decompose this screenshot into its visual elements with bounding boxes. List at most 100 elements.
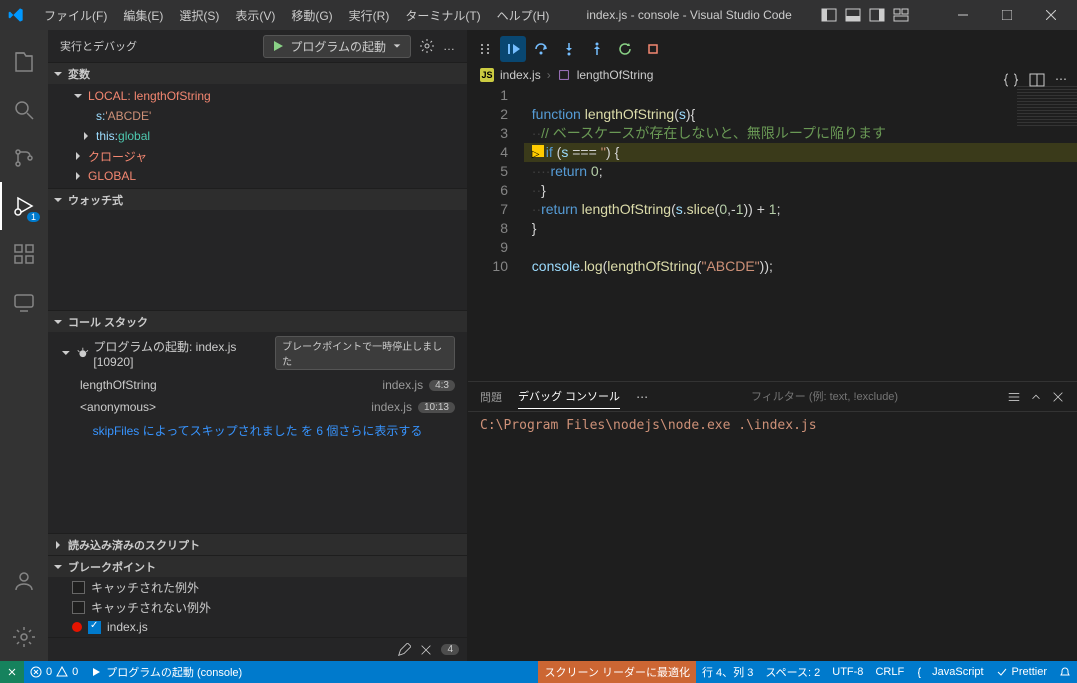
- collapse-icon[interactable]: [1029, 390, 1043, 404]
- loaded-scripts-header[interactable]: 読み込み済みのスクリプト: [48, 533, 467, 555]
- close-button[interactable]: [1033, 0, 1069, 30]
- breakpoints-header[interactable]: ブレークポイント: [48, 555, 467, 577]
- stop-button[interactable]: [640, 36, 666, 62]
- menu-item[interactable]: 表示(V): [227, 5, 283, 27]
- close-panel-icon[interactable]: [1051, 390, 1065, 404]
- edit-icon[interactable]: [397, 643, 411, 657]
- debug-sidebar: 実行とデバッグ プログラムの起動 … 変数 LOCAL: lengthOfStr…: [48, 30, 468, 661]
- dots-icon[interactable]: …: [443, 39, 455, 53]
- code-line[interactable]: ··return lengthOfString(s.slice(0,-1)) +…: [524, 200, 1077, 219]
- activity-scm[interactable]: [0, 134, 48, 182]
- breakpoint-caught[interactable]: キャッチされた例外: [48, 577, 467, 597]
- callstack-section-header[interactable]: コール スタック: [48, 310, 467, 332]
- var-s[interactable]: s: 'ABCDE': [48, 106, 467, 126]
- step-over-button[interactable]: [528, 36, 554, 62]
- code-line[interactable]: ··// ベースケースが存在しないと、無限ループに陥ります: [524, 124, 1077, 143]
- code-line[interactable]: [524, 86, 1077, 105]
- gear-icon[interactable]: [419, 38, 435, 54]
- sidebar-title: 実行とデバッグ: [60, 38, 255, 54]
- scope-closure[interactable]: クロージャ: [48, 146, 467, 166]
- maximize-button[interactable]: [989, 0, 1025, 30]
- menu-item[interactable]: ヘルプ(H): [489, 5, 558, 27]
- code-line[interactable]: ····return 0;: [524, 162, 1077, 181]
- menu-item[interactable]: ターミナル(T): [397, 5, 488, 27]
- code-line[interactable]: }: [524, 219, 1077, 238]
- code-editor[interactable]: 12345678910 function lengthOfString(s){ …: [468, 86, 1077, 381]
- activity-accounts[interactable]: [0, 557, 48, 605]
- status-notifications[interactable]: [1053, 661, 1077, 683]
- activity-search[interactable]: [0, 86, 48, 134]
- chevron-right-icon: [52, 539, 64, 551]
- stack-frame-0[interactable]: lengthOfString index.js 4:3: [48, 374, 467, 396]
- skipfiles-link[interactable]: skipFiles によってスキップされました を 6 個さらに表示する: [48, 418, 467, 443]
- layout-left-icon[interactable]: [821, 7, 837, 23]
- breakpoint-uncaught[interactable]: キャッチされない例外: [48, 597, 467, 617]
- scope-global[interactable]: GLOBAL: [48, 166, 467, 186]
- layout-bottom-icon[interactable]: [845, 7, 861, 23]
- editor-area: ⋯ JS index.js › lengthOfString 123456789…: [468, 30, 1077, 661]
- launch-label: プログラムの起動: [290, 38, 386, 55]
- code-line[interactable]: console.log(lengthOfString("ABCDE"));: [524, 257, 1077, 276]
- close-icon[interactable]: [419, 643, 433, 657]
- status-errors[interactable]: 00: [24, 661, 84, 683]
- activity-run-debug[interactable]: 1: [0, 182, 48, 230]
- activity-remote[interactable]: [0, 278, 48, 326]
- status-launch[interactable]: プログラムの起動 (console): [84, 661, 248, 683]
- menu-item[interactable]: 実行(R): [341, 5, 398, 27]
- menu-item[interactable]: 移動(G): [283, 5, 340, 27]
- callstack-session[interactable]: プログラムの起動: index.js [10920] ブレークポイントで一時停止…: [48, 332, 467, 374]
- layout-customize-icon[interactable]: [893, 7, 909, 23]
- method-icon: [557, 68, 571, 82]
- more-tabs[interactable]: ⋯: [636, 390, 648, 404]
- clear-icon[interactable]: [1007, 390, 1021, 404]
- filter-input[interactable]: [751, 391, 991, 403]
- step-into-button[interactable]: [556, 36, 582, 62]
- drag-handle-icon[interactable]: [472, 36, 498, 62]
- tab-problems[interactable]: 問題: [480, 385, 502, 409]
- code-line[interactable]: function lengthOfString(s){: [524, 105, 1077, 124]
- continue-button[interactable]: [500, 36, 526, 62]
- code-line[interactable]: ··}: [524, 181, 1077, 200]
- vscode-logo: [8, 7, 24, 23]
- status-prettier[interactable]: Prettier: [990, 661, 1053, 683]
- menu-item[interactable]: 選択(S): [171, 5, 227, 27]
- activity-explorer[interactable]: [0, 38, 48, 86]
- sidebar-footer: 4: [48, 637, 467, 661]
- checkbox[interactable]: [72, 601, 85, 614]
- checkbox[interactable]: [72, 581, 85, 594]
- status-encoding[interactable]: UTF-8: [826, 661, 869, 683]
- step-out-button[interactable]: [584, 36, 610, 62]
- launch-config-selector[interactable]: プログラムの起動: [263, 35, 411, 58]
- scope-local[interactable]: LOCAL: lengthOfString: [48, 86, 467, 106]
- menu-item[interactable]: 編集(E): [115, 5, 171, 27]
- watch-section-header[interactable]: ウォッチ式: [48, 188, 467, 210]
- status-spaces[interactable]: スペース: 2: [759, 661, 826, 683]
- window-title: index.js - console - Visual Studio Code: [561, 8, 817, 22]
- status-eol[interactable]: CRLF: [869, 661, 910, 683]
- checkbox[interactable]: [88, 621, 101, 634]
- activity-extensions[interactable]: [0, 230, 48, 278]
- restart-button[interactable]: [612, 36, 638, 62]
- breadcrumb[interactable]: JS index.js › lengthOfString: [468, 64, 1077, 86]
- tab-debug-console[interactable]: デバッグ コンソール: [518, 384, 620, 409]
- chevron-down-icon: [52, 194, 64, 206]
- minimize-button[interactable]: [945, 0, 981, 30]
- breakpoint-file[interactable]: index.js: [48, 617, 467, 637]
- chevron-right-icon: [80, 130, 92, 142]
- var-this[interactable]: this: global: [48, 126, 467, 146]
- stack-frame-1[interactable]: <anonymous> index.js 10:13: [48, 396, 467, 418]
- layout-right-icon[interactable]: [869, 7, 885, 23]
- remote-indicator[interactable]: [0, 661, 24, 683]
- code-line[interactable]: [524, 238, 1077, 257]
- status-position[interactable]: 行 4、列 3: [696, 661, 759, 683]
- minimap[interactable]: [1017, 86, 1077, 126]
- menu-item[interactable]: ファイル(F): [36, 5, 115, 27]
- debug-console-output[interactable]: C:\Program Files\nodejs\node.exe .\index…: [468, 412, 1077, 661]
- variables-section-header[interactable]: 変数: [48, 62, 467, 84]
- chevron-right-icon: [72, 170, 84, 182]
- code-line[interactable]: ▷if (s === '') {: [524, 143, 1077, 162]
- activity-settings[interactable]: [0, 613, 48, 661]
- status-language[interactable]: JavaScript: [910, 661, 989, 683]
- status-bar: 00 プログラムの起動 (console) スクリーン リーダーに最適化 行 4…: [0, 661, 1077, 683]
- status-screenreader[interactable]: スクリーン リーダーに最適化: [538, 661, 696, 683]
